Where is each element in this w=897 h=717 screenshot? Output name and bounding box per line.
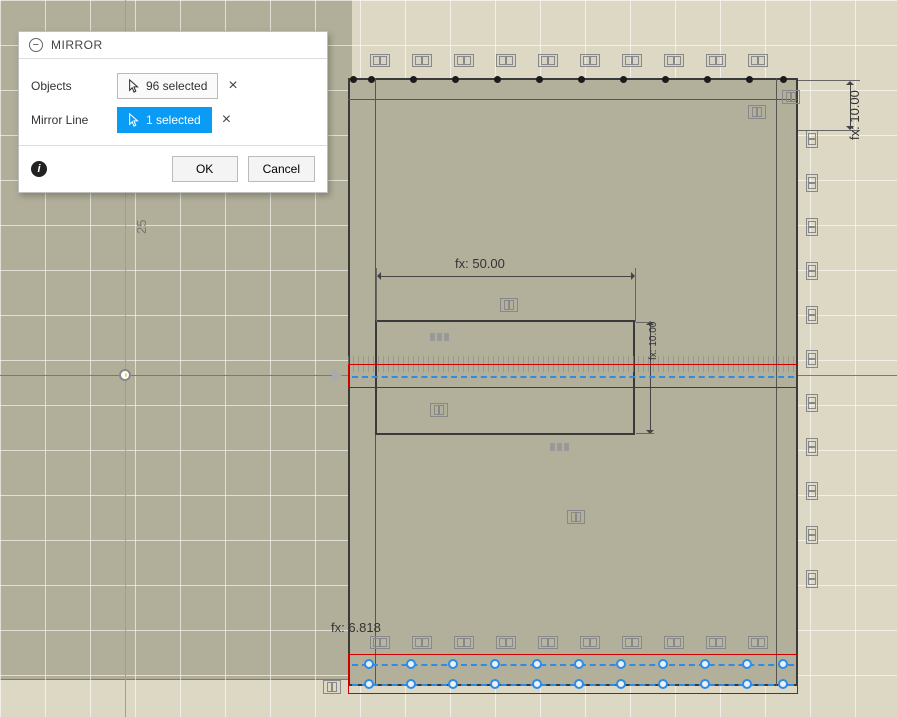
constraint-row-top [370, 54, 768, 67]
dimension-line[interactable] [378, 276, 634, 277]
objects-chip-text: 96 selected [146, 79, 207, 93]
row-mirror-line: Mirror Line 1 selected × [31, 103, 315, 137]
selection-box-result [348, 654, 798, 694]
clear-objects-button[interactable]: × [228, 77, 237, 95]
info-icon[interactable]: i [31, 161, 47, 177]
constraint-col-right [806, 130, 818, 588]
origin-dim-label: 25 [134, 220, 149, 234]
dimension-50[interactable]: fx: 50.00 [455, 256, 505, 271]
objects-selection-chip[interactable]: 96 selected [117, 73, 218, 99]
symmetry-icon [567, 510, 585, 524]
sketch-canvas[interactable]: 25 fx: 50.00 [0, 0, 897, 717]
mirror-preview-line [352, 684, 794, 686]
constraint-icon [782, 90, 800, 104]
triangle-marker-icon [332, 368, 342, 382]
mirror-line[interactable] [352, 376, 794, 378]
cursor-icon [128, 113, 140, 127]
symmetry-icon [430, 403, 448, 417]
constraint-row-bottom [370, 636, 768, 649]
collapse-icon[interactable]: − [29, 38, 43, 52]
constraint-icon [748, 105, 766, 119]
cursor-icon [128, 79, 140, 93]
label-mirror-line: Mirror Line [31, 113, 117, 127]
cancel-button[interactable]: Cancel [248, 156, 315, 182]
origin-point[interactable] [119, 369, 131, 381]
dimension-6-818[interactable]: fx: 6.818 [331, 620, 381, 635]
equal-icon [550, 440, 572, 448]
dimension-slot-h[interactable]: fx: 10.00 [648, 322, 659, 360]
dialog-header[interactable]: − MIRROR [19, 32, 327, 59]
dim-ext [636, 433, 654, 434]
mirror-dialog[interactable]: − MIRROR Objects 96 selected × Mirror Li… [18, 31, 328, 193]
mirror-line-chip-text: 1 selected [146, 113, 201, 127]
dimension-10-top[interactable]: fx: 10.00 [847, 90, 862, 140]
symmetry-icon [500, 298, 518, 312]
dim-ext [635, 268, 636, 322]
label-objects: Objects [31, 79, 117, 93]
row-objects: Objects 96 selected × [31, 69, 315, 103]
ok-button[interactable]: OK [172, 156, 238, 182]
mirror-line-selection-chip[interactable]: 1 selected [117, 107, 212, 133]
clear-mirror-line-button[interactable]: × [222, 111, 231, 129]
dialog-title: MIRROR [51, 38, 103, 52]
constraint-icon [323, 680, 341, 694]
equal-icon [430, 330, 452, 338]
mirror-preview-line [352, 664, 794, 666]
